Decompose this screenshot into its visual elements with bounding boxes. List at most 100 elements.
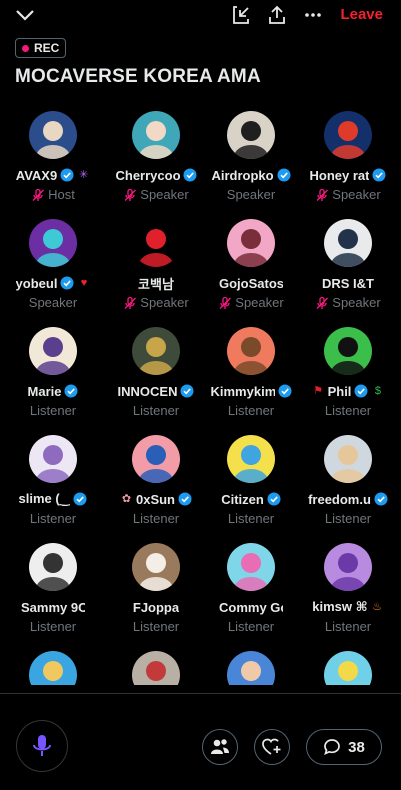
participant-name: Sammy 9CE bbox=[21, 599, 85, 615]
participant-name-row: Sammy 9CE bbox=[5, 599, 101, 615]
participant-role-row: Listener bbox=[300, 619, 396, 634]
comments-button[interactable]: 38 bbox=[306, 729, 382, 765]
participant-role: Listener bbox=[132, 511, 180, 526]
minimize-icon[interactable] bbox=[230, 4, 252, 26]
participant-tile[interactable]: Marie Listener bbox=[5, 327, 101, 435]
participant-role-row: Speaker bbox=[203, 187, 299, 202]
participant-tile[interactable]: freedom.u Listener bbox=[300, 435, 396, 543]
participant-tile[interactable]: DRS I&T Speaker bbox=[300, 219, 396, 327]
participant-role-row: Listener bbox=[108, 619, 204, 634]
avatar bbox=[324, 435, 372, 483]
participant-tile[interactable]: kimsw ⌘ ♨ Listener bbox=[300, 543, 396, 651]
participant-name-row: Citizen bbox=[203, 491, 299, 507]
microphone-button[interactable] bbox=[16, 720, 68, 772]
mic-muted-icon bbox=[32, 188, 45, 201]
participant-tile[interactable] bbox=[108, 651, 204, 685]
verified-badge-icon bbox=[73, 492, 87, 506]
participant-name: Honey rat bbox=[309, 167, 370, 183]
participant-tile[interactable]: Kimmykim Listener bbox=[203, 327, 299, 435]
participant-tile[interactable]: INNOCEN Listener bbox=[108, 327, 204, 435]
participant-name: 0xSun bbox=[135, 491, 175, 507]
avatar bbox=[227, 435, 275, 483]
verified-badge-icon bbox=[278, 384, 291, 398]
participant-tile[interactable]: slime (‿ Listener bbox=[5, 435, 101, 543]
participant-name-row: FJoppa bbox=[108, 599, 204, 615]
participant-tile[interactable]: Airdropko Speaker bbox=[203, 111, 299, 219]
verified-badge-icon bbox=[277, 168, 291, 182]
participant-role: Speaker bbox=[332, 187, 381, 202]
avatar bbox=[132, 435, 180, 483]
recording-label: REC bbox=[34, 41, 60, 55]
participant-name: Kimmykim bbox=[210, 383, 275, 399]
participant-name: 코백남 bbox=[138, 276, 174, 292]
participant-role-row: Speaker bbox=[5, 295, 101, 310]
participant-name-row: DRS I&T bbox=[300, 275, 396, 291]
participant-role-row: Listener bbox=[203, 511, 299, 526]
participant-name-row: Kimmykim bbox=[203, 383, 299, 399]
participant-role: Listener bbox=[29, 403, 77, 418]
avatar bbox=[132, 651, 180, 685]
reactions-button[interactable] bbox=[254, 729, 290, 765]
participant-role: Listener bbox=[227, 511, 275, 526]
participant-name: Commy Gold bbox=[219, 599, 283, 615]
top-bar: Leave bbox=[0, 0, 401, 32]
participant-role: Speaker bbox=[140, 295, 189, 310]
people-button[interactable] bbox=[202, 729, 238, 765]
people-icon bbox=[211, 739, 229, 754]
participant-name: kimsw ⌘ bbox=[312, 599, 368, 614]
participant-name-row: 코백남 bbox=[108, 275, 204, 292]
participant-name: INNOCEN bbox=[117, 383, 178, 399]
participant-name: DRS I&T bbox=[322, 275, 374, 291]
participant-tile[interactable] bbox=[203, 651, 299, 685]
share-icon[interactable] bbox=[266, 4, 288, 26]
participant-tile[interactable]: ✿ 0xSun Listener bbox=[108, 435, 204, 543]
participant-tile[interactable]: Citizen Listener bbox=[203, 435, 299, 543]
fire-emoji-icon: ♨ bbox=[372, 600, 383, 613]
participant-role-row: Listener bbox=[300, 403, 396, 418]
participant-role: Listener bbox=[324, 511, 372, 526]
participant-role-row: Host bbox=[5, 187, 101, 202]
participant-tile[interactable]: Cherrycoo Speaker bbox=[108, 111, 204, 219]
avatar bbox=[324, 651, 372, 685]
avatar bbox=[324, 543, 372, 591]
mic-muted-icon bbox=[124, 296, 137, 309]
verified-badge-icon bbox=[354, 384, 368, 398]
red-heart-emoji-icon: ♥ bbox=[80, 276, 88, 289]
participant-grid: AVAX9 ✳ Host Cherrycoo Speaker Airdropko Speak… bbox=[0, 111, 401, 685]
chevron-down-icon[interactable] bbox=[14, 5, 36, 25]
recording-badge: REC bbox=[15, 38, 67, 58]
participant-role-row: Listener bbox=[300, 511, 396, 526]
participant-name-row: slime (‿ bbox=[5, 491, 101, 507]
participant-tile[interactable]: 코백남 Speaker bbox=[108, 219, 204, 327]
participant-tile[interactable]: Sammy 9CE Listener bbox=[5, 543, 101, 651]
participant-tile[interactable] bbox=[5, 651, 101, 685]
participant-role: Speaker bbox=[140, 187, 189, 202]
participant-name-row: GojoSatoshi bbox=[203, 275, 299, 291]
recording-dot-icon bbox=[22, 44, 29, 52]
participant-role: Speaker bbox=[332, 295, 381, 310]
participant-tile[interactable]: Commy Gold Listener bbox=[203, 543, 299, 651]
avatar bbox=[132, 111, 180, 159]
participant-name-row: freedom.u bbox=[300, 491, 396, 507]
participant-name: Airdropko bbox=[211, 167, 274, 183]
participant-role: Listener bbox=[29, 619, 77, 634]
leave-button[interactable]: Leave bbox=[340, 6, 383, 23]
participant-tile[interactable] bbox=[300, 651, 396, 685]
avatar bbox=[132, 543, 180, 591]
participant-name-row: AVAX9 ✳ bbox=[5, 167, 101, 183]
participant-name-row: ⚑ Phil $ bbox=[300, 383, 396, 399]
participant-tile[interactable]: FJoppa Listener bbox=[108, 543, 204, 651]
avatar bbox=[324, 327, 372, 375]
dollar-banknote-emoji-icon: $ bbox=[374, 384, 381, 397]
more-options-icon[interactable] bbox=[302, 4, 324, 26]
participant-tile[interactable]: Honey rat Speaker bbox=[300, 111, 396, 219]
participant-tile[interactable]: yobeul ♥ Speaker bbox=[5, 219, 101, 327]
verified-badge-icon bbox=[60, 168, 74, 182]
participant-tile[interactable]: ⚑ Phil $ Listener bbox=[300, 327, 396, 435]
participant-role: Speaker bbox=[226, 187, 276, 202]
avatar bbox=[132, 327, 180, 375]
participant-tile[interactable]: GojoSatoshi Speaker bbox=[203, 219, 299, 327]
participant-name: freedom.u bbox=[308, 491, 371, 507]
avatar bbox=[227, 111, 275, 159]
participant-tile[interactable]: AVAX9 ✳ Host bbox=[5, 111, 101, 219]
